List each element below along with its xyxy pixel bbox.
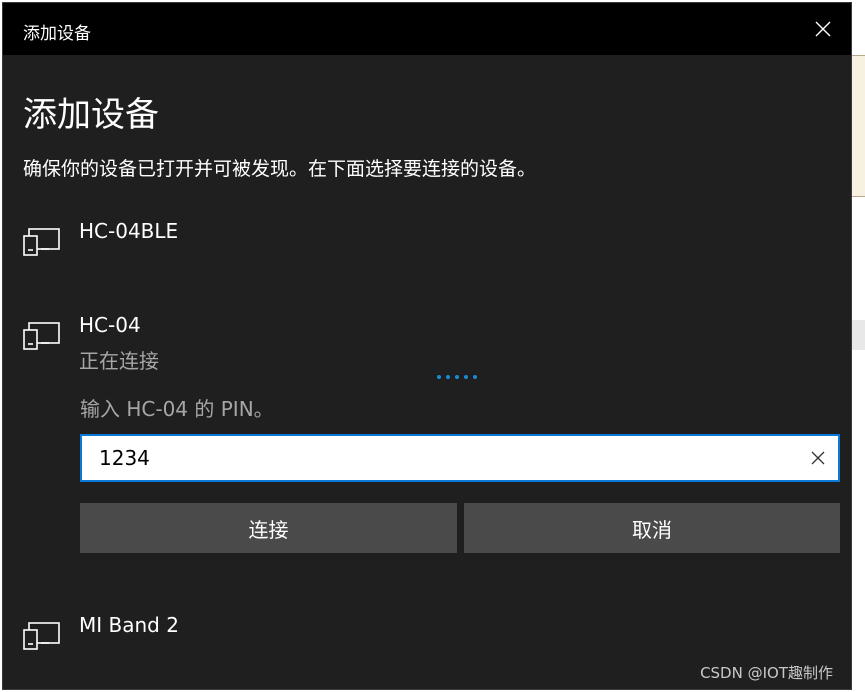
device-name: HC-04BLE bbox=[79, 219, 179, 243]
close-icon bbox=[815, 21, 831, 37]
add-device-dialog: 添加设备 添加设备 确保你的设备已打开并可被发现。在下面选择要连接的设备。 HC… bbox=[2, 2, 852, 690]
device-name: HC-04 bbox=[79, 313, 141, 337]
cancel-button[interactable]: 取消 bbox=[464, 503, 840, 553]
device-icon bbox=[23, 228, 60, 256]
connection-status: 正在连接 bbox=[79, 349, 159, 373]
title-bar: 添加设备 bbox=[3, 3, 851, 55]
connect-button[interactable]: 连接 bbox=[80, 503, 457, 553]
instruction-text: 确保你的设备已打开并可被发现。在下面选择要连接的设备。 bbox=[23, 158, 537, 180]
pin-input[interactable] bbox=[82, 435, 798, 481]
pin-prompt-label: 输入 HC-04 的 PIN。 bbox=[80, 397, 274, 421]
pin-input-box bbox=[80, 434, 840, 482]
clear-input-button[interactable] bbox=[798, 436, 838, 480]
close-button[interactable] bbox=[795, 3, 851, 55]
device-item-hc-04ble[interactable]: HC-04BLE bbox=[23, 219, 178, 257]
background-window-strip bbox=[852, 320, 865, 350]
device-name: MI Band 2 bbox=[79, 613, 179, 637]
device-icon bbox=[23, 322, 60, 350]
watermark-text: CSDN @IOT趣制作 bbox=[700, 664, 833, 682]
page-title: 添加设备 bbox=[23, 95, 159, 135]
window-title: 添加设备 bbox=[23, 24, 91, 44]
progress-dots-icon bbox=[437, 375, 477, 379]
device-item-mi-band-2[interactable]: MI Band 2 bbox=[23, 613, 179, 651]
device-icon bbox=[23, 622, 60, 650]
close-icon bbox=[811, 451, 825, 465]
background-window-strip bbox=[852, 55, 865, 197]
device-item-hc-04[interactable]: HC-04 正在连接 bbox=[23, 313, 159, 374]
